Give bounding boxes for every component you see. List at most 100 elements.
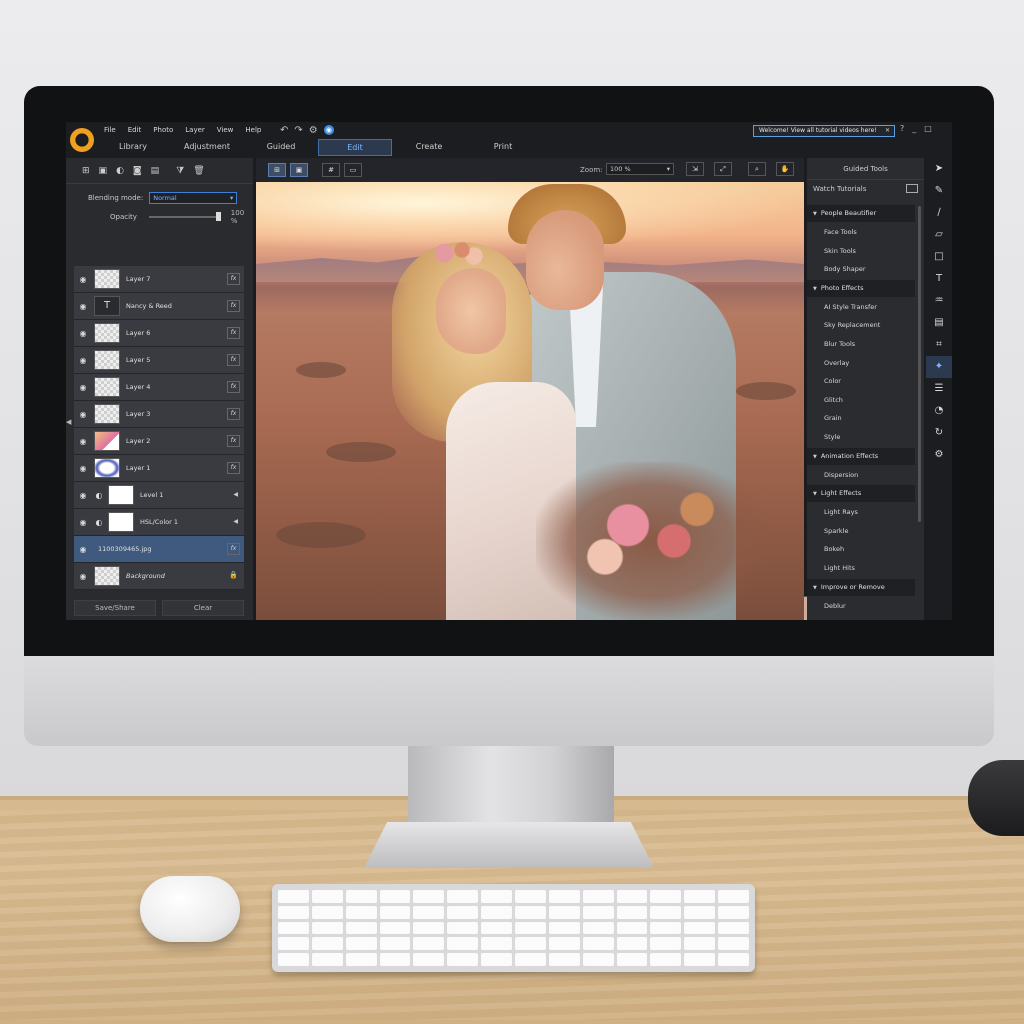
export-icon[interactable]: ⇲ [686,162,704,176]
layer-row[interactable]: ◉ 1100309465.jpg fx [74,536,814,620]
guided-tool-item[interactable]: Bokeh [807,540,915,559]
tab-edit[interactable]: Edit [318,139,392,156]
restore-button[interactable]: □ [924,124,932,133]
tab-print[interactable]: Print [466,139,540,156]
crop-icon[interactable]: ⌗ [926,334,952,356]
eye-visibility-icon[interactable]: ◉ [74,275,92,284]
fill-icon[interactable]: ♒ [926,290,952,312]
blending-mode-select[interactable]: Normal ▾ [149,192,238,204]
minimize-button[interactable]: _ [912,124,916,133]
grid-icon[interactable]: # [322,163,340,177]
guided-tool-item[interactable]: Body Shaper [807,260,915,279]
guided-tool-item[interactable]: Style [807,428,915,447]
menu-file[interactable]: File [104,126,116,134]
guided-tool-item[interactable]: Blur Tools [807,335,915,354]
eye-visibility-icon[interactable]: ◉ [74,491,92,500]
view-mode-single-button[interactable]: ▣ [290,163,308,177]
collapse-panel-icon[interactable]: ◀ [66,418,71,426]
settings-icon[interactable]: ⚙ [309,125,318,136]
redo-icon[interactable]: ↷ [294,125,302,136]
photo-canvas[interactable] [256,182,804,620]
guided-tool-item[interactable]: Smart Patch [807,615,915,620]
fx-button[interactable]: fx [227,300,240,312]
tab-create[interactable]: Create [392,139,466,156]
guided-tool-item[interactable]: Face Tools [807,223,915,242]
tab-guided[interactable]: Guided [244,139,318,156]
adjust-sliders-icon[interactable]: ☰ [926,378,952,400]
eye-visibility-icon[interactable]: ◉ [74,572,92,581]
eye-visibility-icon[interactable]: ◉ [74,302,92,311]
gradient-icon[interactable]: ▤ [926,312,952,334]
layer-row[interactable]: ◉ Background 🔒 [74,563,244,590]
rotate-icon[interactable]: ↻ [926,422,952,444]
filter-icon[interactable]: ⧩ [176,166,184,176]
guided-tool-item[interactable]: AI Style Transfer [807,298,915,317]
zoom-icon[interactable]: ⌕ [748,162,766,176]
guided-category[interactable]: ▼ Photo Effects [807,279,915,297]
eye-visibility-icon[interactable]: ◉ [74,356,92,365]
guided-tool-item[interactable]: Deblur [807,597,915,616]
expand-arrow-icon[interactable]: ◀ [233,518,238,525]
pen-icon[interactable]: ∕ [926,202,952,224]
menu-layer[interactable]: Layer [185,126,205,134]
fx-button[interactable]: fx [227,408,240,420]
guided-tool-item[interactable]: Light Hits [807,559,915,578]
eye-visibility-icon[interactable]: ◉ [74,464,92,473]
layer-row[interactable]: ◉ Layer 3 fx [74,401,244,428]
guided-category[interactable]: ▼ Light Effects [807,485,915,503]
zoom-select[interactable]: 100 % ▾ [606,163,674,175]
close-icon[interactable]: ✕ [885,126,890,136]
eye-visibility-icon[interactable]: ◉ [74,329,92,338]
layer-row[interactable]: ◉ ◐ Level 1 ◀ [74,482,244,509]
layer-row[interactable]: ◉ ◐ HSL/Color 1 ◀ [74,509,244,536]
eye-visibility-icon[interactable]: ◉ [74,410,92,419]
rectangle-icon[interactable]: □ [926,246,952,268]
layer-row[interactable]: ◉ Layer 6 fx [74,320,244,347]
fx-button[interactable]: fx [227,435,240,447]
layer-options-icon[interactable]: ▤ [151,166,160,176]
guided-tool-item[interactable]: Glitch [807,391,915,410]
menu-view[interactable]: View [217,126,234,134]
eye-visibility-icon[interactable]: ◉ [74,545,92,554]
watch-tutorials-row[interactable]: Watch Tutorials [807,180,924,198]
save-share-button[interactable]: Save/Share [74,600,156,616]
settings-gear-icon[interactable]: ⚙ [926,444,952,466]
fx-button[interactable]: fx [227,462,240,474]
fx-button[interactable]: fx [227,327,240,339]
opacity-slider[interactable] [148,212,221,221]
magic-wand-icon[interactable]: ✦ [926,356,952,378]
eraser-icon[interactable]: ▱ [926,224,952,246]
new-layer-icon[interactable]: ⊞ [82,166,90,176]
menu-help[interactable]: Help [245,126,261,134]
expand-arrow-icon[interactable]: ◀ [233,491,238,498]
eye-visibility-icon[interactable]: ◉ [74,437,92,446]
guided-tool-item[interactable]: Sparkle [807,522,915,541]
guided-tool-item[interactable]: Grain [807,409,915,428]
delete-icon[interactable]: 🗑 [193,166,204,176]
account-icon[interactable]: ◉ [323,125,334,135]
layer-row[interactable]: ◉ Layer 1 fx [74,455,244,482]
eye-visibility-icon[interactable]: ◉ [74,518,92,527]
opacity-slider-handle[interactable] [215,212,221,221]
fx-button[interactable]: fx [227,354,240,366]
adjustment-layer-icon[interactable]: ◐ [116,166,124,176]
guided-tool-item[interactable]: Dispersion [807,466,915,485]
display-icon[interactable]: ▭ [344,163,362,177]
text-icon[interactable]: T [926,268,952,290]
color-wheel-icon[interactable]: ◔ [926,400,952,422]
select-arrow-icon[interactable]: ➤ [926,158,952,180]
guided-tool-item[interactable]: Light Rays [807,503,915,522]
hand-pan-icon[interactable]: ✋ [776,162,794,176]
guided-category[interactable]: ▼ Animation Effects [807,447,915,465]
guided-category[interactable]: ▼ Improve or Remove [807,578,915,596]
fx-button[interactable]: fx [227,381,240,393]
guided-tool-item[interactable]: Color [807,372,915,391]
add-image-icon[interactable]: ▣ [99,166,108,176]
guided-tool-item[interactable]: Overlay [807,354,915,373]
fx-button[interactable]: fx [227,273,240,285]
layer-row[interactable]: ◉ Layer 4 fx [74,374,244,401]
mask-icon[interactable]: ◙ [133,166,142,176]
guided-tool-item[interactable]: Sky Replacement [807,316,915,335]
menu-edit[interactable]: Edit [128,126,142,134]
undo-icon[interactable]: ↶ [280,125,288,136]
